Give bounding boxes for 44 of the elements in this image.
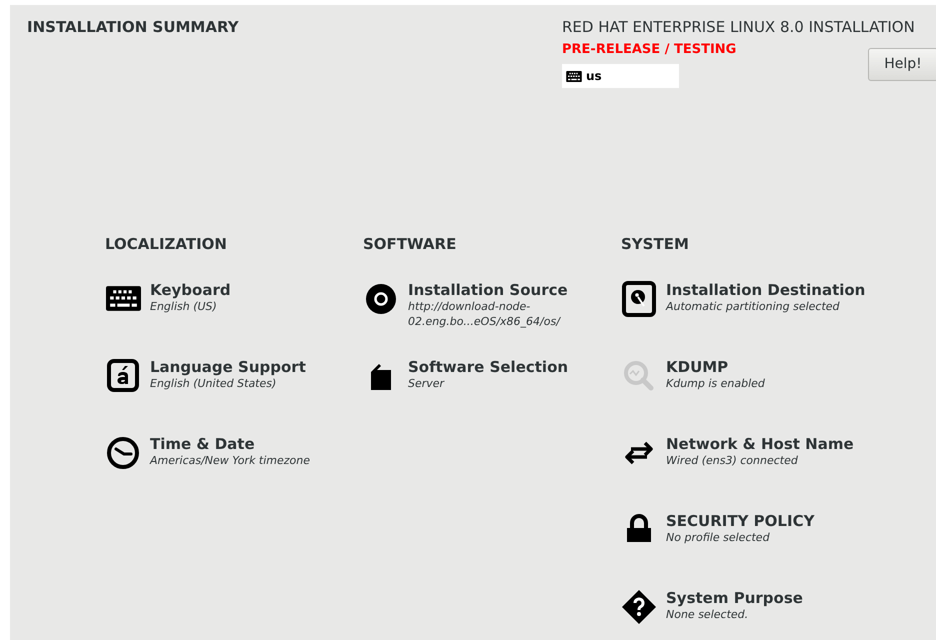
spoke-status: No profile selected (666, 530, 771, 544)
category-heading: LOCALIZATION (105, 234, 228, 255)
product-title: RED HAT ENTERPRISE LINUX 8.0 INSTALLATION (562, 17, 916, 38)
spoke-status: Wired (ens3) connected (666, 452, 799, 468)
spoke-title: SECURITY POLICY (666, 512, 816, 530)
accented-letter-icon (105, 358, 141, 394)
spoke-item[interactable]: Time & Date Americas/New York timezone (105, 434, 363, 512)
spoke-title: Language Support (150, 358, 307, 376)
spoke-status: English (US) (150, 298, 218, 314)
spoke-item[interactable]: KDUMP Kdump is enabled (621, 358, 879, 434)
spoke-title: Software Selection (408, 358, 570, 376)
spoke-item[interactable]: Software Selection Server (363, 358, 621, 434)
category-heading: SOFTWARE (363, 234, 458, 255)
prerelease-label: PRE-RELEASE / TESTING (562, 40, 736, 58)
spoke-status: Server (408, 376, 446, 390)
spoke-title: Installation Source (408, 280, 569, 298)
spoke-status: Automatic partitioning selected (666, 298, 841, 314)
spoke-item[interactable]: Network & Host Name Wired (ens3) connected (621, 434, 879, 512)
spoke-status: http://download-node-02.eng.bo...eOS/x86_64/os/ (408, 298, 562, 328)
clock-icon (105, 434, 141, 470)
category-heading: SYSTEM (621, 234, 690, 255)
spoke-item[interactable]: Keyboard English (US) (105, 280, 363, 358)
spoke-status: Kdump is enabled (666, 376, 766, 390)
keyboard-icon (106, 286, 140, 311)
help-button[interactable]: Help! (868, 48, 936, 80)
keyboard-icon (566, 70, 582, 82)
spoke-item[interactable]: System Purpose None selected. (621, 588, 879, 640)
spoke-title: Keyboard (150, 280, 232, 298)
spoke-title: Installation Destination (666, 280, 866, 298)
spoke-status: English (United States) (150, 376, 278, 390)
spoke-item[interactable]: SECURITY POLICY No profile selected (621, 512, 879, 588)
page-title: INSTALLATION SUMMARY (27, 17, 239, 38)
spoke-title: System Purpose (666, 588, 804, 606)
spoke-item[interactable]: Installation Source http://download-node-02.eng.bo...eOS/x86_64/os/ (363, 280, 621, 358)
keyboard-layout-indicator[interactable]: us (562, 64, 679, 88)
spoke-item[interactable]: Language Support English (United States) (105, 358, 363, 434)
question-diamond-icon (621, 588, 657, 624)
spoke-title: KDUMP (666, 358, 730, 376)
spoke-item[interactable]: Installation Destination Automatic partitioning selected (621, 280, 879, 358)
spoke-title: Network & Host Name (666, 434, 855, 452)
spoke-title: Time & Date (150, 434, 256, 452)
hard-drive-icon (621, 280, 657, 316)
spoke-status: None selected. (666, 606, 750, 622)
spoke-status: Americas/New York timezone (150, 452, 312, 468)
